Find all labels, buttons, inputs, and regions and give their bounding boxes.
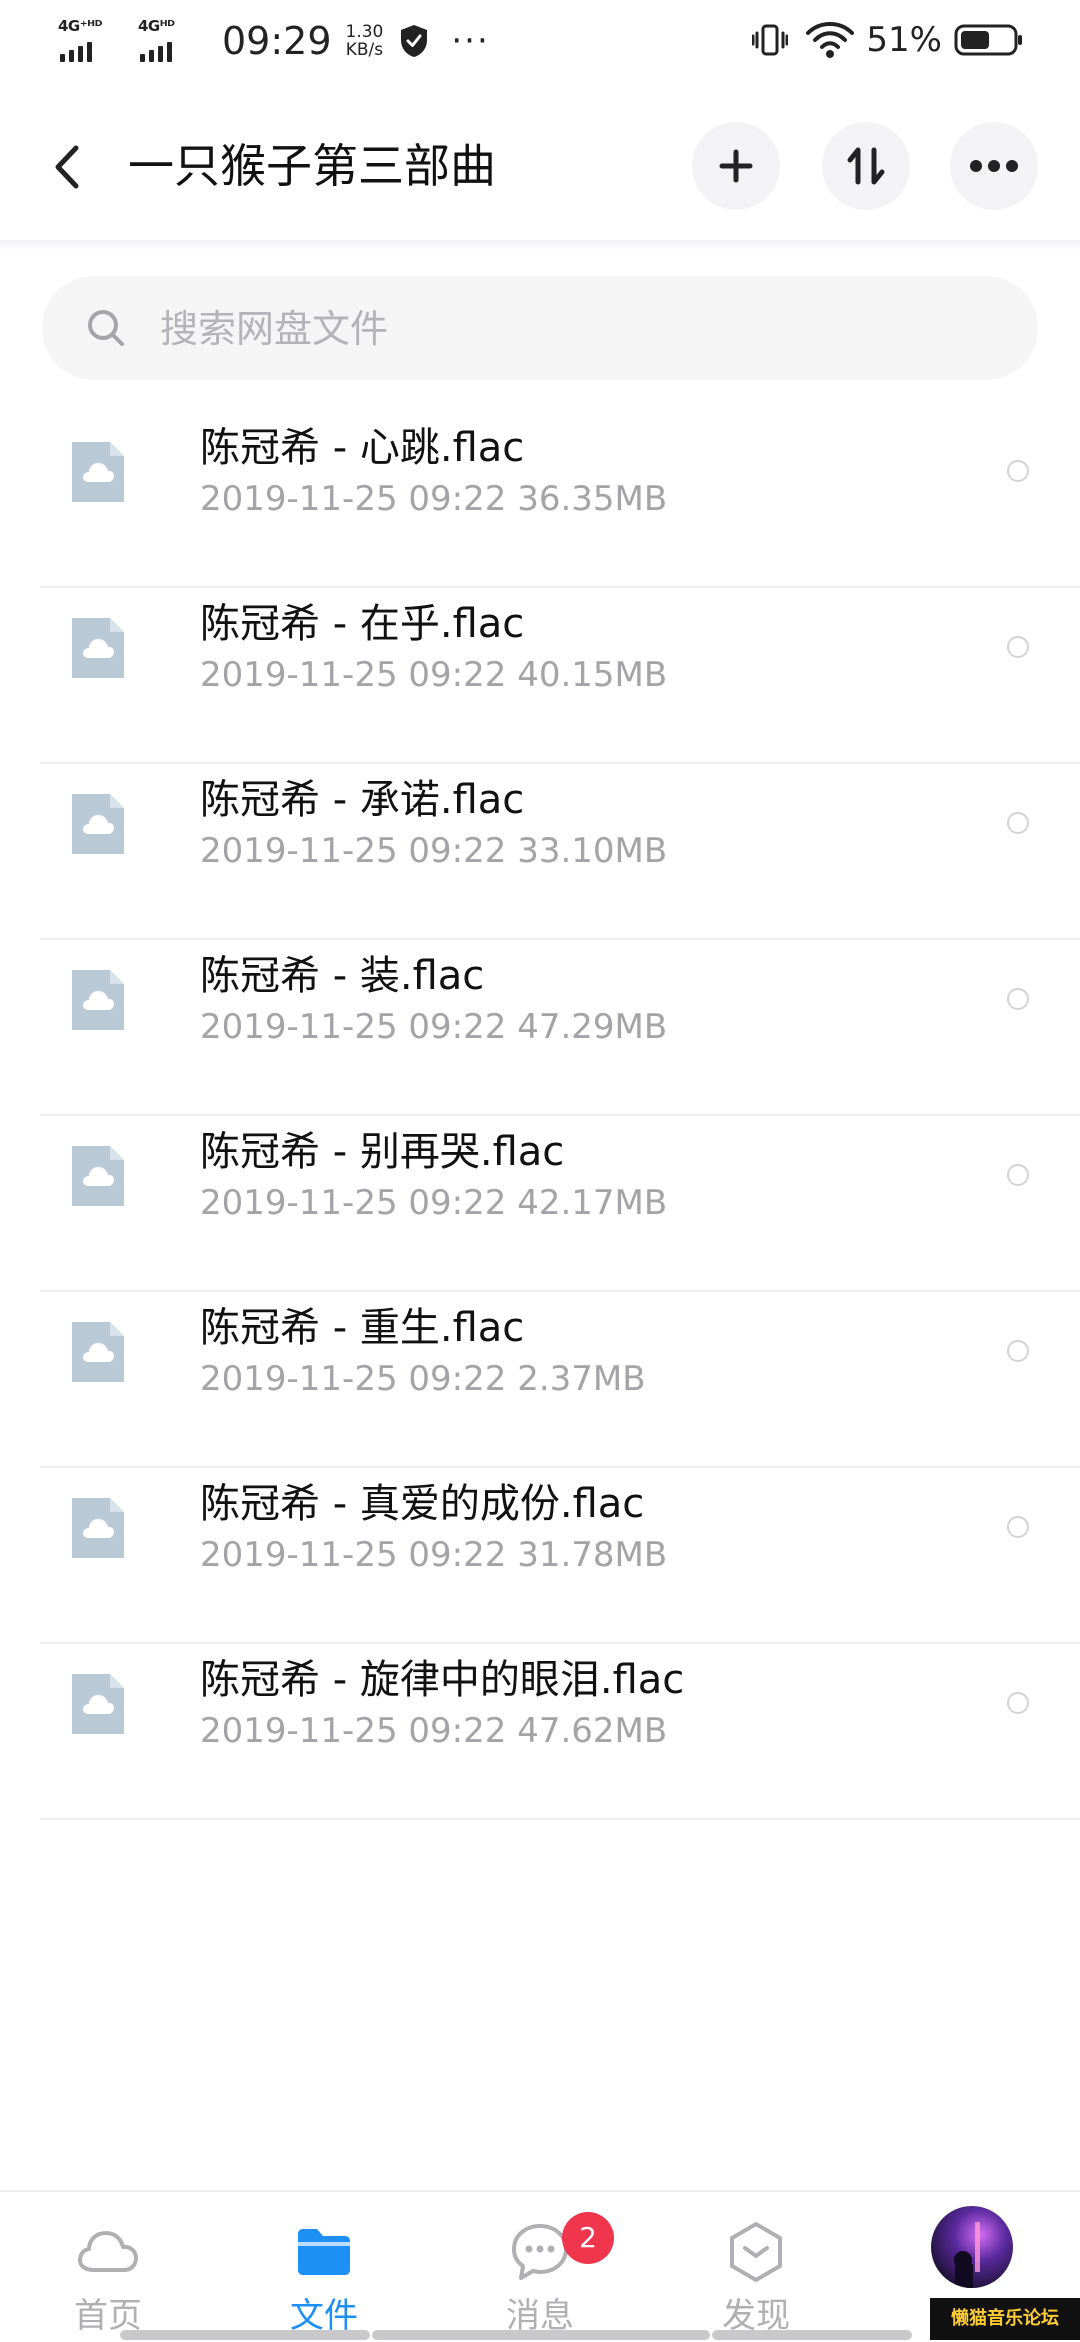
file-select-checkbox[interactable] bbox=[1007, 1164, 1029, 1186]
audio-file-icon bbox=[72, 1322, 124, 1382]
add-button[interactable] bbox=[692, 122, 780, 210]
file-name: 陈冠希 - 重生.flac bbox=[200, 1305, 525, 1351]
gesture-bar bbox=[120, 2330, 370, 2340]
file-select-checkbox[interactable] bbox=[1007, 988, 1029, 1010]
signal-bars-icon bbox=[60, 42, 96, 62]
audio-file-icon bbox=[72, 1674, 124, 1734]
header-bar: 一只猴子第三部曲 bbox=[0, 112, 1080, 222]
vibrate-icon bbox=[752, 24, 789, 56]
file-row[interactable]: 陈冠希 - 装.flac 2019-11-25 09:22 47.29MB bbox=[0, 940, 1080, 1116]
file-list: 陈冠希 - 心跳.flac 2019-11-25 09:22 36.35MB 陈冠希… bbox=[0, 412, 1080, 1820]
audio-file-icon bbox=[72, 970, 124, 1030]
status-right: 51% bbox=[752, 20, 1024, 60]
file-name: 陈冠希 - 旋律中的眼泪.flac bbox=[200, 1657, 685, 1703]
network-signal-1: 4G⁺ᴴᴰ bbox=[58, 18, 120, 64]
more-button[interactable] bbox=[950, 122, 1038, 210]
file-meta: 2019-11-25 09:22 31.78MB bbox=[200, 1535, 668, 1575]
network-signal-2: 4Gᴴᴰ bbox=[138, 18, 200, 64]
cloud-icon bbox=[78, 2231, 138, 2272]
tab-files[interactable]: 文件 bbox=[216, 2192, 432, 2342]
file-select-checkbox[interactable] bbox=[1007, 636, 1029, 658]
file-row[interactable]: 陈冠希 - 旋律中的眼泪.flac 2019-11-25 09:22 47.62M… bbox=[0, 1644, 1080, 1820]
header-divider bbox=[0, 240, 1080, 250]
file-row[interactable]: 陈冠希 - 心跳.flac 2019-11-25 09:22 36.35MB bbox=[0, 412, 1080, 588]
file-row[interactable]: 陈冠希 - 重生.flac 2019-11-25 09:22 2.37MB bbox=[0, 1292, 1080, 1468]
message-badge: 2 bbox=[562, 2212, 614, 2264]
file-meta: 2019-11-25 09:22 47.29MB bbox=[200, 1007, 668, 1047]
audio-file-icon bbox=[72, 1498, 124, 1558]
speed-unit: KB/s bbox=[345, 40, 384, 60]
file-meta: 2019-11-25 09:22 33.10MB bbox=[200, 831, 668, 871]
file-select-checkbox[interactable] bbox=[1007, 1692, 1029, 1714]
file-meta: 2019-11-25 09:22 40.15MB bbox=[200, 655, 668, 695]
file-meta: 2019-11-25 09:22 2.37MB bbox=[200, 1359, 646, 1399]
avatar-image bbox=[931, 2206, 1013, 2288]
gesture-bar bbox=[372, 2330, 710, 2340]
file-name: 陈冠希 - 别再哭.flac bbox=[200, 1129, 565, 1175]
file-name: 陈冠希 - 真爱的成份.flac bbox=[200, 1481, 645, 1527]
tab-messages[interactable]: 2 消息 bbox=[432, 2192, 648, 2342]
audio-file-icon bbox=[72, 794, 124, 854]
file-meta: 2019-11-25 09:22 47.62MB bbox=[200, 1711, 668, 1751]
file-select-checkbox[interactable] bbox=[1007, 812, 1029, 834]
folder-icon bbox=[298, 2229, 350, 2275]
audio-file-icon bbox=[72, 1146, 124, 1206]
file-name: 陈冠希 - 在乎.flac bbox=[200, 601, 525, 647]
sort-icon bbox=[847, 147, 885, 185]
shield-icon bbox=[401, 25, 428, 57]
page-title: 一只猴子第三部曲 bbox=[128, 139, 496, 193]
discover-icon bbox=[730, 2222, 782, 2282]
avatar[interactable] bbox=[931, 2206, 1013, 2288]
sort-button[interactable] bbox=[822, 122, 910, 210]
file-select-checkbox[interactable] bbox=[1007, 1516, 1029, 1538]
forum-watermark: 懒猫音乐论坛 bbox=[930, 2298, 1080, 2340]
file-row[interactable]: 陈冠希 - 承诺.flac 2019-11-25 09:22 33.10MB bbox=[0, 764, 1080, 940]
row-divider bbox=[40, 1818, 1080, 1820]
file-row[interactable]: 陈冠希 - 真爱的成份.flac 2019-11-25 09:22 31.78MB bbox=[0, 1468, 1080, 1644]
file-select-checkbox[interactable] bbox=[1007, 460, 1029, 482]
status-left: 4G⁺ᴴᴰ 4Gᴴᴰ 09:29 1.30 KB/s ··· bbox=[58, 18, 490, 64]
wifi-icon bbox=[806, 22, 855, 58]
search-input[interactable] bbox=[158, 298, 982, 360]
more-icon bbox=[970, 160, 1018, 172]
search-bar[interactable] bbox=[42, 276, 1038, 380]
audio-file-icon bbox=[72, 618, 124, 678]
battery-percent: 51% bbox=[866, 20, 942, 60]
network-speed: 1.30 KB/s bbox=[346, 23, 384, 59]
tab-discover[interactable]: 发现 bbox=[648, 2192, 864, 2342]
signal-bars-icon bbox=[140, 42, 176, 62]
back-icon[interactable] bbox=[44, 140, 94, 194]
search-icon bbox=[88, 310, 124, 346]
bottom-tab-bar: 首页 文件 2 消息 发现 bbox=[0, 2190, 1080, 2342]
file-meta: 2019-11-25 09:22 42.17MB bbox=[200, 1183, 668, 1223]
file-row[interactable]: 陈冠希 - 别再哭.flac 2019-11-25 09:22 42.17MB bbox=[0, 1116, 1080, 1292]
file-row[interactable]: 陈冠希 - 在乎.flac 2019-11-25 09:22 40.15MB bbox=[0, 588, 1080, 764]
battery-icon bbox=[954, 24, 1022, 56]
gesture-bar bbox=[712, 2330, 912, 2340]
speed-value: 1.30 bbox=[345, 22, 384, 42]
status-time: 09:29 bbox=[222, 19, 332, 63]
file-name: 陈冠希 - 心跳.flac bbox=[200, 425, 525, 471]
file-name: 陈冠希 - 装.flac bbox=[200, 953, 485, 999]
file-select-checkbox[interactable] bbox=[1007, 1340, 1029, 1362]
notification-more: ··· bbox=[451, 21, 490, 61]
file-name: 陈冠希 - 承诺.flac bbox=[200, 777, 525, 823]
status-bar: 4G⁺ᴴᴰ 4Gᴴᴰ 09:29 1.30 KB/s ··· 51% bbox=[0, 0, 1080, 84]
file-meta: 2019-11-25 09:22 36.35MB bbox=[200, 479, 668, 519]
network-type-1: 4G⁺ᴴᴰ bbox=[58, 17, 102, 35]
audio-file-icon bbox=[72, 442, 124, 502]
plus-icon bbox=[719, 149, 753, 183]
tab-home[interactable]: 首页 bbox=[0, 2192, 216, 2342]
network-type-2: 4Gᴴᴰ bbox=[138, 17, 175, 35]
